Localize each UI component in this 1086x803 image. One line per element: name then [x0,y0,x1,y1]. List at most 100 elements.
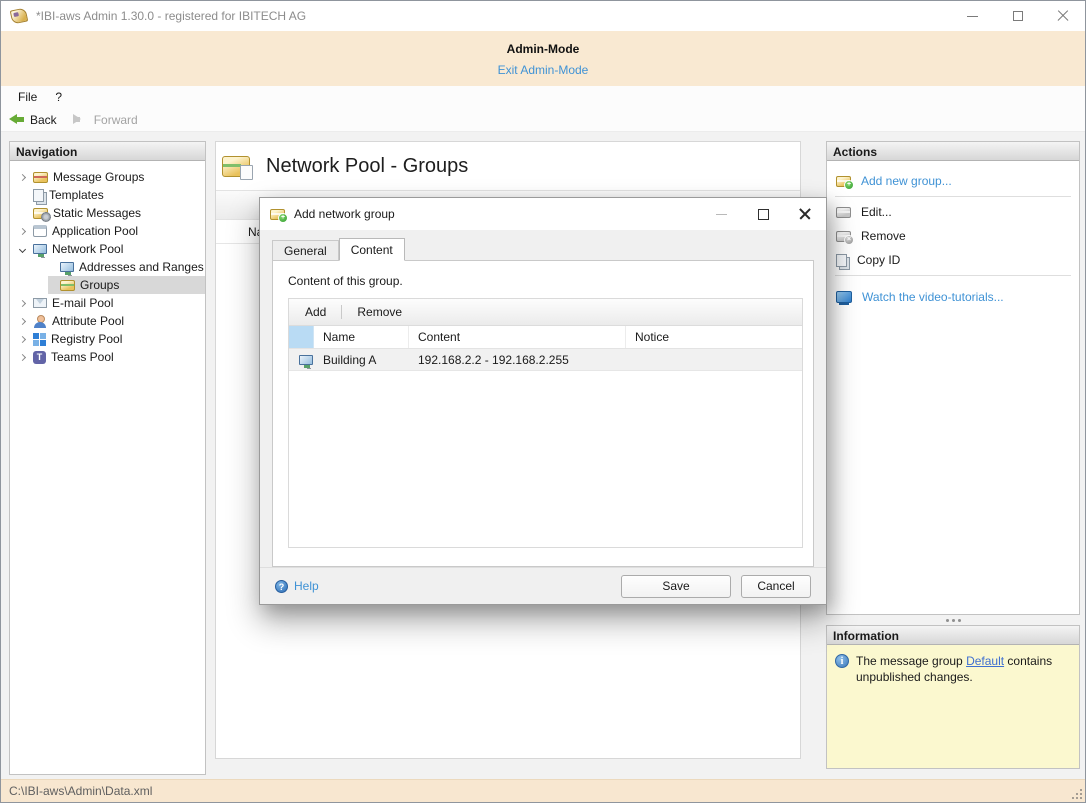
action-remove[interactable]: Remove [827,224,1079,248]
nav-item-message-groups[interactable]: Message Groups [10,168,205,186]
nav-item-label: Teams Pool [51,350,114,364]
add-network-group-dialog: Add network group General Content Conten… [259,197,827,605]
templates-icon [33,188,44,202]
forward-button[interactable]: Forward [72,112,138,127]
action-add-new-group[interactable]: Add new group... [827,169,1079,193]
notice-column-header[interactable]: Notice [626,326,802,348]
network-pool-icon [33,244,47,257]
resize-grip[interactable] [1071,788,1083,800]
selector-column-header[interactable] [289,326,314,348]
page-title-row: Network Pool - Groups [216,142,800,190]
info-icon [835,654,849,668]
nav-item-teams-pool[interactable]: Teams Pool [10,348,205,366]
nav-item-attribute-pool[interactable]: Attribute Pool [10,312,205,330]
forward-label: Forward [93,112,138,127]
back-button[interactable]: Back [9,113,57,127]
tab-content[interactable]: Content [338,238,405,261]
nav-item-label: Application Pool [52,224,139,238]
nav-item-static-messages[interactable]: Static Messages [10,204,205,222]
copy-icon [836,253,847,267]
chevron-down-icon[interactable] [18,245,26,253]
chevron-right-icon[interactable] [18,335,26,343]
app-window: *IBI-aws Admin 1.30.0 - registered for I… [0,0,1086,803]
dialog-tab-pane: Content of this group. Add Remove Name C… [272,260,814,567]
actions-header: Actions [827,142,1079,161]
menu-file[interactable]: File [9,88,46,106]
addresses-ranges-icon [60,262,74,275]
menu-help[interactable]: ? [46,88,71,106]
row-name-cell: Building A [323,352,377,367]
message-groups-icon [33,171,48,183]
minimize-button[interactable] [950,1,995,31]
action-label: Copy ID [857,253,901,267]
status-path: C:\IBI-aws\Admin\Data.xml [9,784,153,798]
separator [835,275,1071,276]
nav-item-network-pool[interactable]: Network Pool [10,240,205,258]
close-icon [1057,10,1069,22]
dialog-maximize-button[interactable] [742,198,784,230]
splitter-dots-icon [945,618,949,622]
content-column-header[interactable]: Content [409,326,626,348]
panel-splitter[interactable] [826,615,1080,625]
chevron-right-icon[interactable] [18,227,26,235]
nav-item-templates[interactable]: Templates [10,186,205,204]
email-pool-icon [33,298,47,308]
action-label: Remove [861,229,906,243]
table-header-row: Name Content Notice [289,326,802,349]
edit-icon [836,206,851,218]
action-edit[interactable]: Edit... [827,200,1079,224]
nav-item-email-pool[interactable]: E-mail Pool [10,294,205,312]
nav-item-label: Attribute Pool [52,314,125,328]
nav-item-label: Groups [80,278,120,292]
information-panel: Information The message group Default co… [826,625,1080,769]
navigation-toolbar: Back Forward [1,108,1085,132]
exit-admin-mode-link[interactable]: Exit Admin-Mode [498,63,589,77]
maximize-button[interactable] [995,1,1040,31]
status-bar: C:\IBI-aws\Admin\Data.xml [1,779,1085,802]
action-copy-id[interactable]: Copy ID [827,248,1079,272]
attribute-pool-icon [33,314,47,328]
action-label: Edit... [861,205,892,219]
dialog-minimize-button[interactable] [700,198,742,230]
help-icon [275,579,288,593]
name-column-header[interactable]: Name [314,326,409,348]
right-column: Actions Add new group... Edit... Remove [826,141,1080,769]
help-label: Help [294,579,319,593]
chevron-right-icon[interactable] [18,173,26,181]
registry-pool-icon [33,332,46,346]
default-group-link[interactable]: Default [966,654,1004,668]
remove-icon [836,230,854,245]
nav-item-addresses-and-ranges[interactable]: Addresses and Ranges [10,258,205,276]
close-button[interactable] [1040,1,1085,31]
dialog-close-button[interactable] [784,198,826,230]
back-label: Back [30,112,57,127]
action-label: Add new group... [861,174,952,188]
nav-item-application-pool[interactable]: Application Pool [10,222,205,240]
navigation-panel: Navigation Message Groups Templates Stat… [9,141,206,775]
nav-item-label: E-mail Pool [52,296,114,310]
add-button[interactable]: Add [299,303,332,321]
cancel-button[interactable]: Cancel [741,574,811,598]
chevron-right-icon[interactable] [18,317,26,325]
minimize-icon [715,213,727,215]
dialog-tabs: General Content [260,230,826,261]
teams-pool-icon [33,350,46,364]
chevron-right-icon[interactable] [18,299,26,307]
nav-item-label: Message Groups [53,170,145,184]
application-pool-icon [33,225,47,237]
nav-item-groups[interactable]: Groups [10,276,205,294]
action-watch-tutorials[interactable]: Watch the video-tutorials... [827,285,1079,309]
navigation-tree: Message Groups Templates Static Messages… [10,161,205,366]
back-arrow-icon [9,114,24,125]
add-group-icon [836,175,854,190]
remove-button[interactable]: Remove [351,303,408,321]
nav-item-registry-pool[interactable]: Registry Pool [10,330,205,348]
table-row[interactable]: Building A 192.168.2.2 - 192.168.2.255 [289,349,802,371]
navigation-header: Navigation [10,142,205,161]
tab-general[interactable]: General [272,240,339,260]
table-toolbar: Add Remove [289,299,802,326]
chevron-right-icon[interactable] [18,353,26,361]
dialog-footer: Help Save Cancel [260,567,826,604]
save-button[interactable]: Save [621,574,731,598]
help-link[interactable]: Help [275,579,319,593]
